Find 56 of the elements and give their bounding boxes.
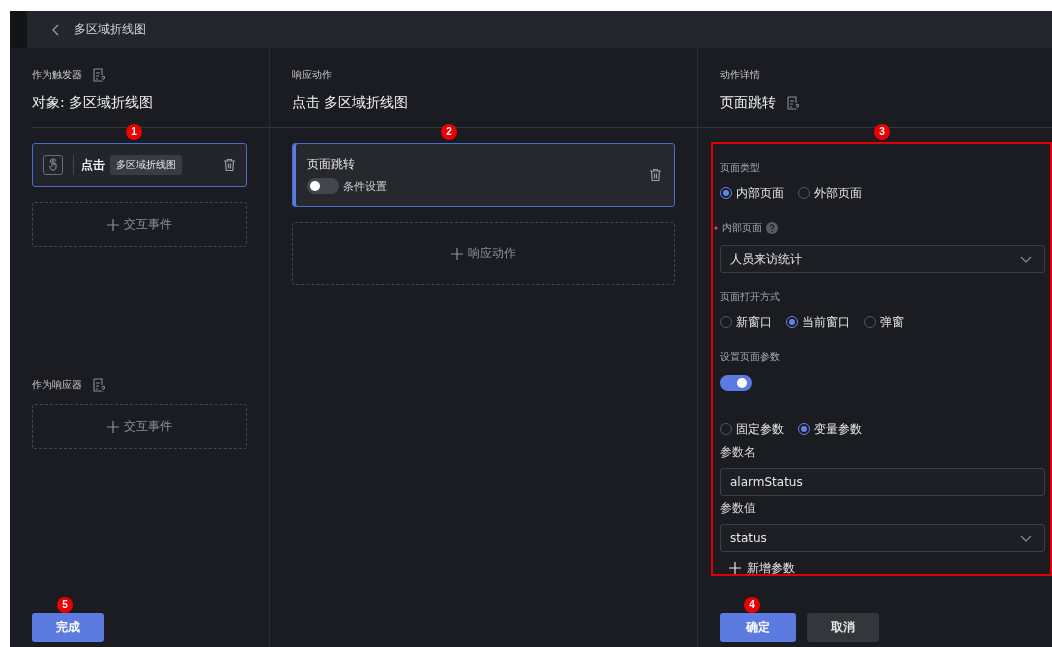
radio-option[interactable]: 弹窗 xyxy=(864,313,904,331)
field-label: 参数名 xyxy=(720,443,756,461)
step-marker: 2 xyxy=(441,124,457,140)
section-label: 作为触发器 xyxy=(32,68,82,82)
select-field[interactable]: 人员来访统计 xyxy=(720,245,1045,273)
action-card[interactable]: 页面跳转 条件设置 xyxy=(292,143,675,207)
document-help-icon[interactable] xyxy=(92,377,105,393)
radio-option[interactable]: 外部页面 xyxy=(798,184,862,202)
trash-icon[interactable] xyxy=(649,168,662,182)
field-label: 页面类型 xyxy=(720,161,760,175)
section-title: 对象: 多区域折线图 xyxy=(32,94,154,112)
page-title: 多区域折线图 xyxy=(74,21,146,38)
step-marker: 3 xyxy=(874,124,890,140)
plus-icon xyxy=(729,562,741,574)
plus-icon xyxy=(451,247,463,260)
chevron-down-icon xyxy=(1020,255,1032,263)
plus-icon xyxy=(107,420,119,433)
step-marker: 5 xyxy=(57,597,73,613)
field-label: 设置页面参数 xyxy=(720,350,780,364)
field-label: 内部页面 xyxy=(722,221,762,235)
field-label: 参数值 xyxy=(720,499,756,517)
done-button[interactable]: 完成 xyxy=(32,613,104,642)
section-label: 响应动作 xyxy=(292,68,332,82)
section-label: 作为响应器 xyxy=(32,378,82,392)
help-icon[interactable] xyxy=(766,222,778,234)
event-card[interactable]: 点击 多区域折线图 xyxy=(32,143,247,187)
cancel-button[interactable]: 取消 xyxy=(807,613,879,642)
document-help-icon[interactable] xyxy=(92,67,105,83)
radio-option[interactable]: 内部页面 xyxy=(720,184,784,202)
trash-icon[interactable] xyxy=(223,158,236,172)
step-marker: 1 xyxy=(126,124,142,140)
event-action: 点击 xyxy=(81,156,105,174)
toggle-switch[interactable] xyxy=(720,375,752,391)
section-title: 页面跳转 xyxy=(720,94,776,112)
document-help-icon[interactable] xyxy=(786,95,799,111)
add-button[interactable]: 交互事件 xyxy=(32,202,247,247)
section-label: 动作详情 xyxy=(720,68,760,82)
radio-option[interactable]: 固定参数 xyxy=(720,420,784,438)
confirm-button[interactable]: 确定 xyxy=(720,613,796,642)
chevron-down-icon xyxy=(1020,534,1032,542)
toggle-switch[interactable] xyxy=(307,178,339,194)
step-marker: 4 xyxy=(744,597,760,613)
input-field[interactable]: alarmStatus xyxy=(720,468,1045,496)
section-title: 点击 多区域折线图 xyxy=(292,94,409,112)
add-button[interactable]: 响应动作 xyxy=(292,222,675,285)
target-tag: 多区域折线图 xyxy=(110,155,182,175)
condition-label: 条件设置 xyxy=(343,178,387,194)
field-label: 页面打开方式 xyxy=(720,290,780,304)
plus-icon xyxy=(107,218,119,231)
action-title: 页面跳转 xyxy=(307,156,356,173)
add-button[interactable]: 交互事件 xyxy=(32,404,247,449)
radio-option[interactable]: 当前窗口 xyxy=(786,313,850,331)
radio-option[interactable]: 变量参数 xyxy=(798,420,862,438)
select-field[interactable]: status xyxy=(720,524,1045,552)
radio-option[interactable]: 新窗口 xyxy=(720,313,772,331)
add-parameter-button[interactable]: 新增参数 xyxy=(720,558,795,578)
